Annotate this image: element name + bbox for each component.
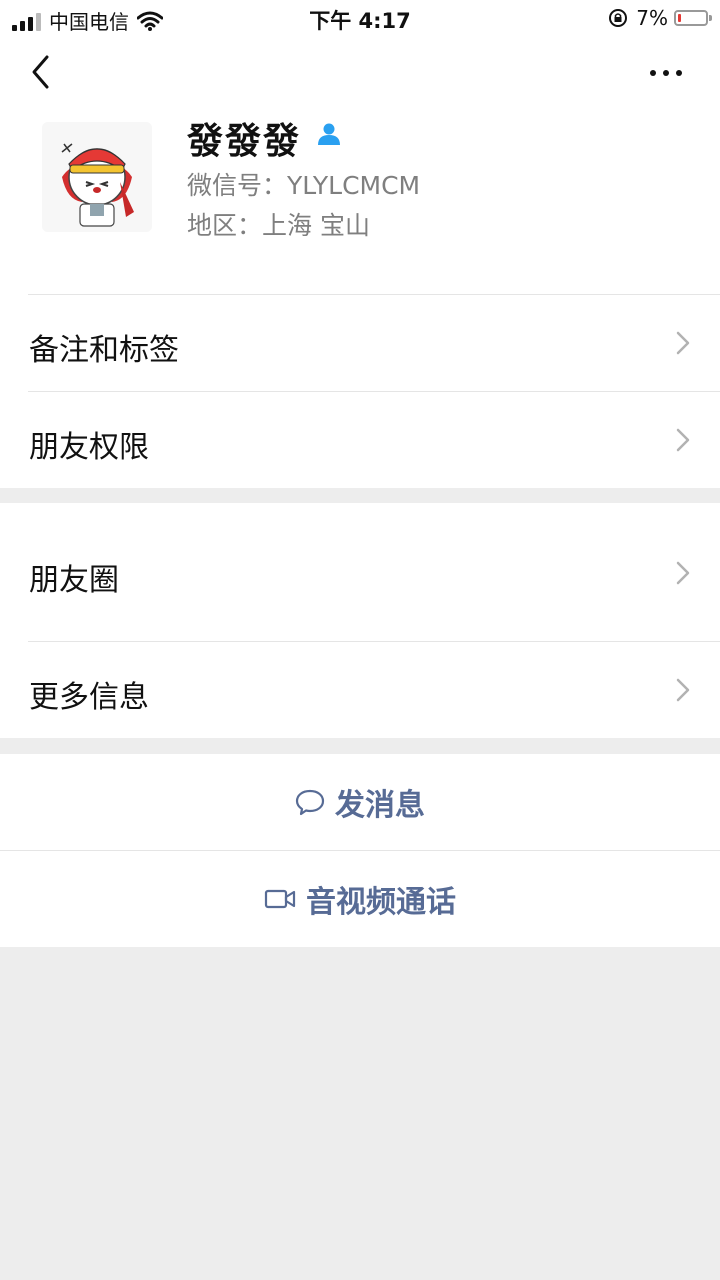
chevron-right-icon [676,331,690,355]
person-icon [318,123,340,145]
friend-permissions-row[interactable]: 朋友权限 [0,392,720,488]
chat-bubble-icon [295,789,325,816]
status-bar: 中国电信 下午 4:17 7% [0,0,720,36]
row-label: 朋友权限 [29,430,149,465]
send-message-button[interactable]: 发消息 [0,754,720,850]
row-label: 备注和标签 [29,333,179,368]
chevron-right-icon [676,428,690,452]
video-camera-icon [264,889,296,909]
settings-group-1: 备注和标签 朋友权限 [0,294,720,488]
wechat-id: 微信号：YLYLCMCM [187,171,421,200]
region: 地区：上海 宝山 [187,211,370,240]
video-call-button[interactable]: 音视频通话 [0,851,720,947]
actions-group: 发消息 音视频通话 [0,754,720,947]
battery-percent: 7% [636,6,668,30]
remarks-tags-row[interactable]: 备注和标签 [0,295,720,391]
more-info-row[interactable]: 更多信息 [0,642,720,738]
avatar[interactable] [42,122,152,232]
row-label: 更多信息 [29,680,149,715]
battery-icon [674,10,712,26]
settings-group-2: 朋友圈 更多信息 [0,503,720,738]
send-message-label: 发消息 [335,788,425,823]
profile-card: 發發發 微信号：YLYLCMCM 地区：上海 宝山 [0,112,720,294]
row-label: 朋友圈 [29,563,119,598]
chevron-right-icon [676,678,690,702]
orientation-lock-icon [609,9,628,27]
nav-bar [0,36,720,112]
contact-name: 發發發 [187,121,302,162]
more-dots-icon[interactable] [650,70,682,76]
chevron-right-icon [676,561,690,585]
chevron-left-icon[interactable] [30,54,52,90]
moments-row[interactable]: 朋友圈 [0,503,720,641]
video-call-label: 音视频通话 [306,885,456,920]
